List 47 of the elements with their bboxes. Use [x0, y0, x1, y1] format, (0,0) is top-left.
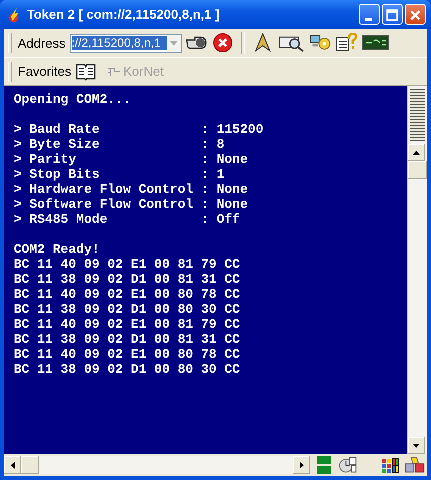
- right-arrow-icon: [300, 462, 304, 468]
- stop-icon[interactable]: [212, 33, 234, 53]
- terminal-line: > Software Flow Control : None: [14, 197, 250, 212]
- horizontal-scrollbar[interactable]: [4, 456, 310, 474]
- terminal-line: BC 11 38 09 02 D1 00 81 31 CC: [14, 272, 242, 287]
- terminal-line: > RS485 Mode : Off: [14, 212, 242, 227]
- terminal-line: BC 11 40 09 02 E1 00 80 78 CC: [14, 347, 242, 362]
- status-lights-icon: [314, 455, 334, 475]
- terminal-line: > Parity : None: [14, 152, 250, 167]
- terminal-line: > Baud Rate : 115200: [14, 122, 265, 137]
- maximize-button[interactable]: [382, 4, 403, 25]
- terminal-line: > Stop Bits : 1: [14, 167, 226, 182]
- scroll-down-button[interactable]: [408, 437, 425, 454]
- minimize-button[interactable]: [359, 4, 380, 25]
- minimize-icon: [365, 18, 372, 21]
- terminal-line: BC 11 38 09 02 D1 00 81 31 CC: [14, 332, 242, 347]
- terminal-line: BC 11 40 09 02 E1 00 80 78 CC: [14, 287, 242, 302]
- terminal-line: BC 11 38 09 02 D1 00 80 30 CC: [14, 302, 242, 317]
- favorites-label[interactable]: Favorites: [18, 64, 72, 79]
- window-title: Token 2 [ com://2,115200,8,n,1 ]: [27, 7, 221, 22]
- terminal-line: BC 11 38 09 02 D1 00 80 30 CC: [14, 362, 242, 377]
- scroll-right-button[interactable]: [293, 456, 310, 474]
- formula-icon[interactable]: [362, 33, 390, 53]
- scroll-thumb[interactable]: [408, 161, 427, 179]
- terminal-line: > Hardware Flow Control : None: [14, 182, 250, 197]
- address-field[interactable]: ://2,115200,8,n,1: [70, 34, 182, 52]
- splitter-handle[interactable]: [410, 89, 425, 141]
- caret-icon: [170, 40, 178, 46]
- terminal-line: COM2 Ready!: [14, 242, 101, 257]
- clock-icon[interactable]: [338, 455, 358, 475]
- up-arrow-icon: [413, 150, 420, 154]
- vertical-scrollbar[interactable]: [407, 86, 427, 454]
- terminal-line: > Byte Size : 8: [14, 137, 226, 152]
- down-arrow-icon: [413, 444, 420, 448]
- scroll-thumb[interactable]: [21, 456, 39, 474]
- document-question-icon[interactable]: [336, 33, 358, 53]
- color-grid-icon[interactable]: [381, 455, 401, 475]
- scroll-up-button[interactable]: [408, 144, 425, 161]
- terminal-line: BC 11 40 09 02 E1 00 81 79 CC: [14, 317, 242, 332]
- shapes-icon[interactable]: [405, 455, 425, 475]
- terminal-line: BC 11 40 09 02 E1 00 81 79 CC: [14, 257, 242, 272]
- scroll-left-button[interactable]: [4, 456, 21, 474]
- left-arrow-icon: [10, 462, 14, 468]
- address-label: Address: [18, 36, 66, 50]
- book-icon[interactable]: [75, 62, 98, 82]
- terminal-line: Opening COM2...: [14, 92, 132, 107]
- close-button[interactable]: [405, 4, 426, 25]
